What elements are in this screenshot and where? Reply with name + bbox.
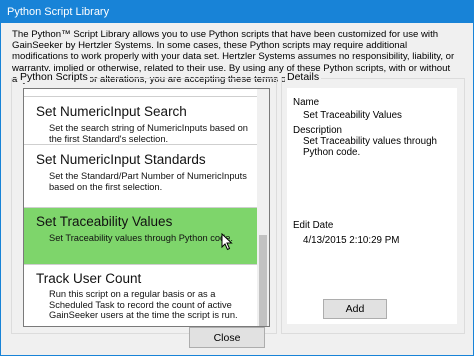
python-scripts-label: Python Scripts: [18, 71, 90, 83]
script-name: Set Traceability Values: [36, 214, 173, 229]
window-title: Python Script Library: [7, 6, 110, 18]
scripts-list[interactable]: Set NumericInput Search Set the search s…: [23, 88, 270, 327]
edit-date-label: Edit Date: [293, 220, 334, 231]
script-name: Set NumericInput Standards: [36, 152, 206, 167]
add-button[interactable]: Add: [323, 299, 387, 319]
script-name: Set NumericInput Search: [36, 104, 187, 119]
script-library-window: Python Script Library The Python™ Script…: [0, 0, 474, 356]
list-item-set-numericinput-standards[interactable]: Set NumericInput Standards Set the Stand…: [24, 145, 257, 208]
script-name: Track User Count: [36, 271, 142, 286]
scrollbar-thumb[interactable]: [259, 235, 267, 326]
list-scrollbar[interactable]: [257, 89, 269, 326]
title-bar[interactable]: Python Script Library: [1, 1, 473, 23]
name-label: Name: [293, 97, 320, 108]
list-item-set-numericinput-search[interactable]: Set NumericInput Search Set the search s…: [24, 97, 257, 145]
list-item-partial[interactable]: [24, 89, 257, 97]
description-value: Set Traceability values through Python c…: [303, 136, 437, 158]
list-item-track-user-count[interactable]: Track User Count Run this script on a re…: [24, 265, 257, 326]
details-label: Details: [285, 71, 322, 83]
mouse-cursor-icon: [221, 233, 233, 251]
script-description: Set the Standard/Part Number of NumericI…: [49, 171, 247, 192]
description-label: Description: [293, 125, 343, 136]
script-description: Run this script on a regular basis or as…: [49, 289, 238, 320]
close-button[interactable]: Close: [189, 327, 265, 348]
script-description: Set the search string of NumericInputs b…: [49, 123, 248, 144]
details-panel: Name Set Traceability Values Description…: [287, 88, 457, 324]
edit-date-value: 4/13/2015 2:10:29 PM: [303, 235, 400, 246]
name-value: Set Traceability Values: [303, 110, 402, 121]
